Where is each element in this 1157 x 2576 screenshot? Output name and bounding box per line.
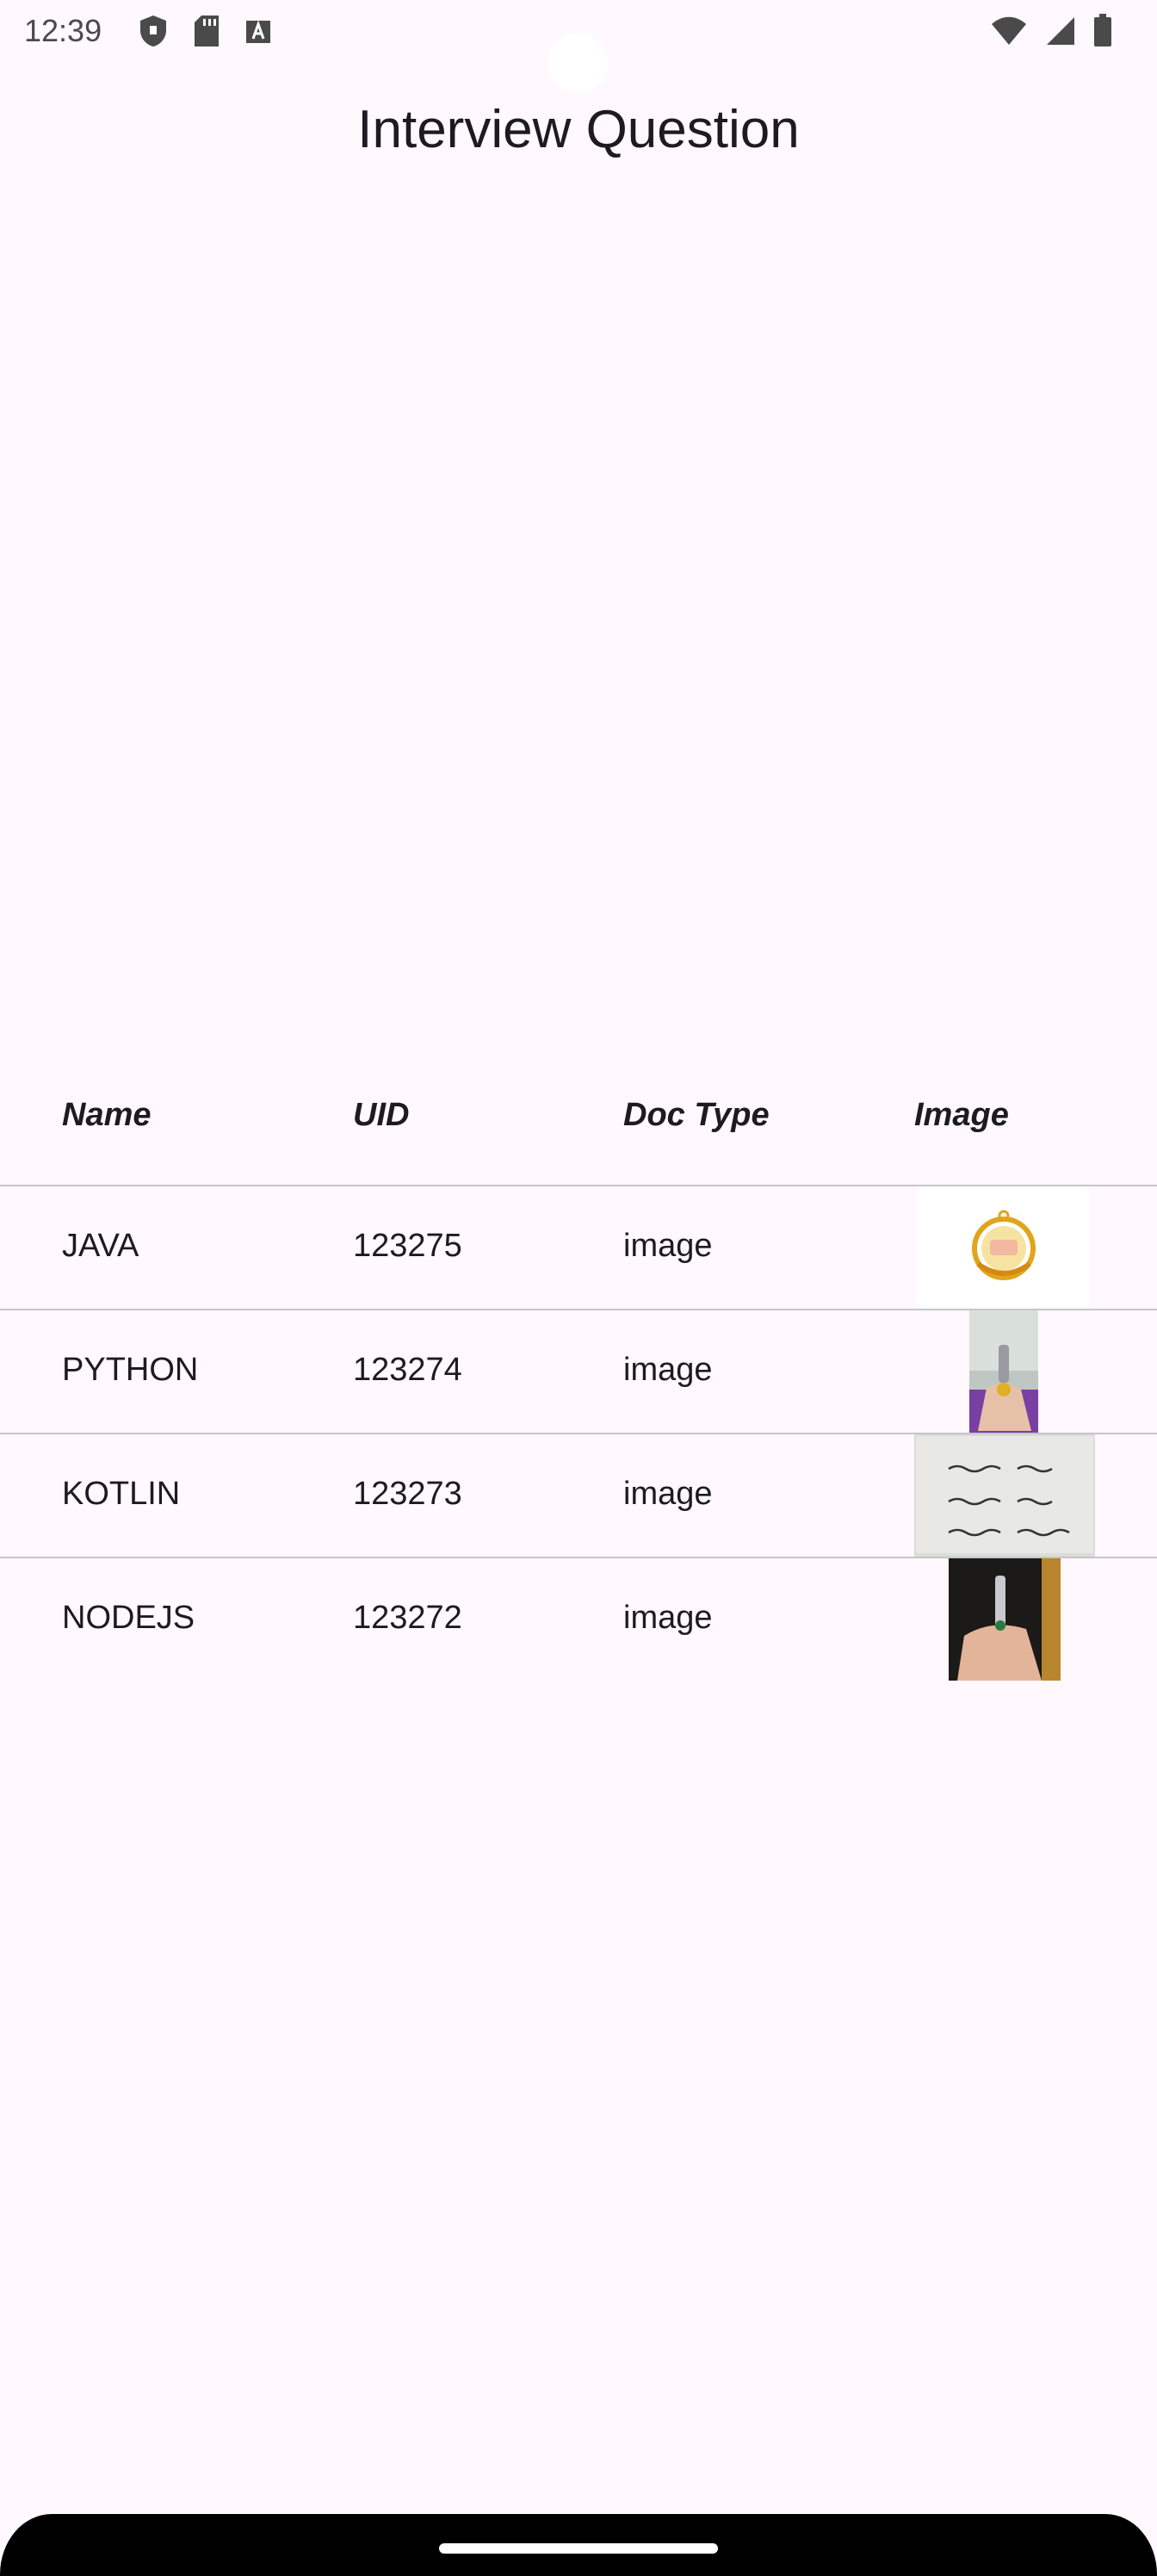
wifi-icon [990,15,1028,51]
screen: 12:39 Interview Question Name UID Doc Ty… [0,0,1157,2576]
status-icons-left [138,14,272,53]
hand-pendant-thumbnail[interactable] [949,1558,1061,1681]
table-row[interactable]: KOTLIN 123273 image [0,1434,1157,1558]
cell-doc-type: image [623,1476,713,1512]
cell-doc-type: image [623,1228,713,1264]
table-row[interactable]: NODEJS 123272 image [0,1558,1157,1681]
cell-uid: 123272 [353,1600,462,1636]
page-title: Interview Question [357,100,800,159]
status-bar: 12:39 [0,0,1157,93]
battery-icon [1093,14,1112,53]
cell-uid: 123273 [353,1476,462,1512]
cell-uid: 123275 [353,1228,462,1264]
table-row[interactable]: JAVA 123275 image [0,1186,1157,1310]
sd-card-icon [193,14,220,53]
hand-pendant-thumbnail[interactable] [969,1310,1038,1433]
cell-name: KOTLIN [62,1476,181,1512]
cell-name: NODEJS [62,1600,195,1636]
cell-uid: 123274 [353,1352,462,1388]
data-table: Name UID Doc Type Image JAVA 123275 imag… [0,1052,1157,1681]
signal-icon [1045,15,1076,51]
header-name: Name [62,1097,152,1133]
keyboard-a-icon [244,14,272,53]
home-gesture-handle[interactable] [439,2543,718,2554]
header-doc-type: Doc Type [623,1097,770,1133]
table-row[interactable]: PYTHON 123274 image [0,1310,1157,1434]
status-icons-right [990,14,1112,53]
handwritten-note-thumbnail[interactable] [914,1434,1095,1557]
cell-name: PYTHON [62,1352,199,1388]
table-header: Name UID Doc Type Image [0,1052,1157,1186]
shield-icon [138,14,169,53]
status-time: 12:39 [24,13,102,48]
camera-cutout [548,33,608,93]
header-uid: UID [353,1097,410,1133]
cell-name: JAVA [62,1228,139,1264]
gold-pendant-thumbnail[interactable] [918,1186,1090,1309]
cell-doc-type: image [623,1352,713,1388]
header-image: Image [914,1097,1009,1133]
cell-doc-type: image [623,1600,713,1636]
